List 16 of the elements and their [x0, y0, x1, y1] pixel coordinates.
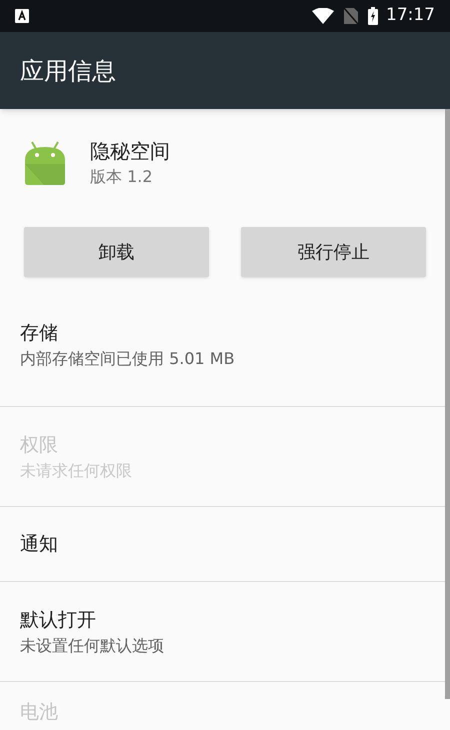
settings-summary: 内部存储空间已使用 5.01 MB — [20, 348, 236, 370]
settings-title: 默认打开 — [20, 608, 97, 632]
settings-title: 通知 — [20, 532, 59, 557]
robot-icon — [24, 140, 66, 186]
settings-title: 存储 — [20, 321, 59, 346]
battery-charging-icon — [368, 7, 378, 25]
settings-summary: 未设置任何默认选项 — [20, 634, 165, 656]
app-bar-title: 应用信息 — [20, 56, 116, 86]
app-name: 隐秘空间 — [90, 138, 170, 165]
no-sim-icon — [344, 8, 358, 24]
wifi-icon — [312, 8, 334, 24]
notification-icon — [15, 9, 29, 23]
app-version: 版本 1.2 — [90, 166, 154, 188]
action-button[interactable]: 卸载 — [24, 227, 209, 277]
action-button[interactable]: 强行停止 — [241, 227, 426, 277]
clock: 17:17 — [386, 4, 435, 28]
